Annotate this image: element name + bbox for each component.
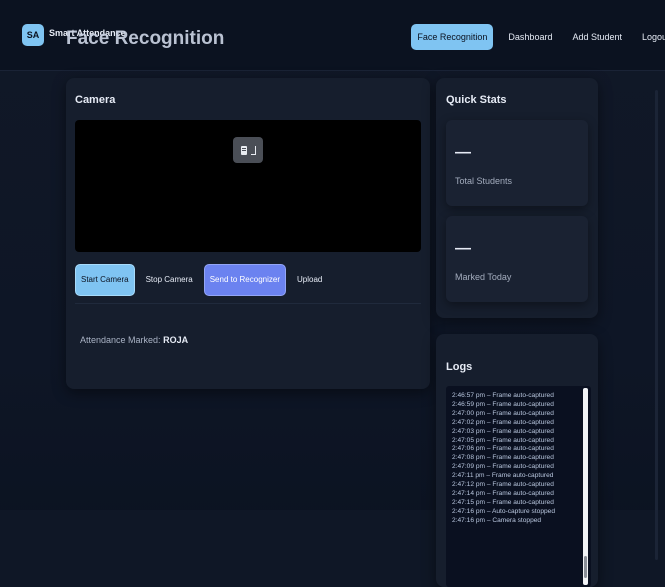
log-entry: 2:47:06 pm – Frame auto-captured	[452, 445, 554, 453]
send-to-recognizer-button[interactable]: Send to Recognizer	[203, 264, 286, 296]
log-entry: 2:47:11 pm – Frame auto-captured	[452, 472, 554, 480]
nav-face-recognition[interactable]: Face Recognition	[411, 24, 494, 50]
total-students-stat: — Total Students	[446, 120, 588, 206]
top-navbar: SA Smart Attendance Face Recognition Fac…	[0, 0, 665, 71]
status-prefix: Attendance Marked:	[80, 335, 161, 345]
logs-list: 2:46:57 pm – Frame auto-captured 2:46:59 …	[452, 392, 580, 526]
camera-controls: Start Camera Stop Camera Send to Recogni…	[75, 264, 327, 296]
log-entry: 2:46:57 pm – Frame auto-captured	[452, 392, 554, 399]
log-entry: 2:47:08 pm – Frame auto-captured	[452, 454, 554, 462]
upload-button[interactable]: Upload	[292, 265, 327, 295]
total-students-label: Total Students	[455, 176, 513, 186]
log-entry: 2:47:02 pm – Frame auto-captured	[452, 418, 554, 426]
attendance-status: Attendance Marked: ROJA	[80, 335, 188, 345]
logs-title: Logs	[446, 361, 473, 373]
checkmark-glyph	[250, 145, 256, 155]
nav-logout[interactable]: Logout	[637, 25, 665, 49]
nav-add-student[interactable]: Add Student	[567, 25, 627, 49]
marked-today-value: —	[455, 240, 471, 257]
log-entry: 2:47:14 pm – Frame auto-captured	[452, 489, 554, 497]
broken-image-icon	[233, 137, 263, 163]
logs-panel[interactable]: 2:46:57 pm – Frame auto-captured 2:46:59 …	[446, 386, 591, 587]
log-entry: 2:47:03 pm – Frame auto-captured	[452, 427, 554, 435]
log-entry: 2:47:15 pm – Frame auto-captured	[452, 498, 554, 506]
logo-badge: SA	[22, 24, 44, 46]
quick-stats-title: Quick Stats	[446, 94, 507, 106]
camera-divider	[75, 303, 421, 304]
status-name: ROJA	[163, 335, 189, 345]
log-entry: 2:47:09 pm – Frame auto-captured	[452, 463, 554, 471]
log-entry: 2:47:05 pm – Frame auto-captured	[452, 436, 554, 444]
total-students-value: —	[455, 144, 471, 161]
page-title: Face Recognition	[66, 28, 225, 49]
document-glyph	[240, 145, 247, 155]
camera-title: Camera	[75, 94, 116, 106]
marked-today-stat: — Marked Today	[446, 216, 588, 302]
nav-menu: Face Recognition Dashboard Add Student L…	[411, 22, 665, 52]
log-entry: 2:47:12 pm – Frame auto-captured	[452, 481, 554, 489]
log-entry: 2:47:16 pm – Auto-capture stopped	[452, 507, 556, 515]
nav-dashboard[interactable]: Dashboard	[503, 25, 557, 49]
log-entry: 2:47:00 pm – Frame auto-captured	[452, 409, 554, 417]
page-scrollbar[interactable]	[655, 90, 658, 560]
marked-today-label: Marked Today	[455, 272, 512, 282]
stop-camera-button[interactable]: Stop Camera	[141, 265, 198, 295]
logs-scroll-thumb[interactable]	[584, 556, 587, 578]
start-camera-button[interactable]: Start Camera	[75, 264, 135, 296]
log-entry: 2:46:59 pm – Frame auto-captured	[452, 400, 554, 408]
log-entry: 2:47:16 pm – Camera stopped	[452, 516, 542, 524]
app-page: SA Smart Attendance Face Recognition Fac…	[0, 0, 665, 587]
